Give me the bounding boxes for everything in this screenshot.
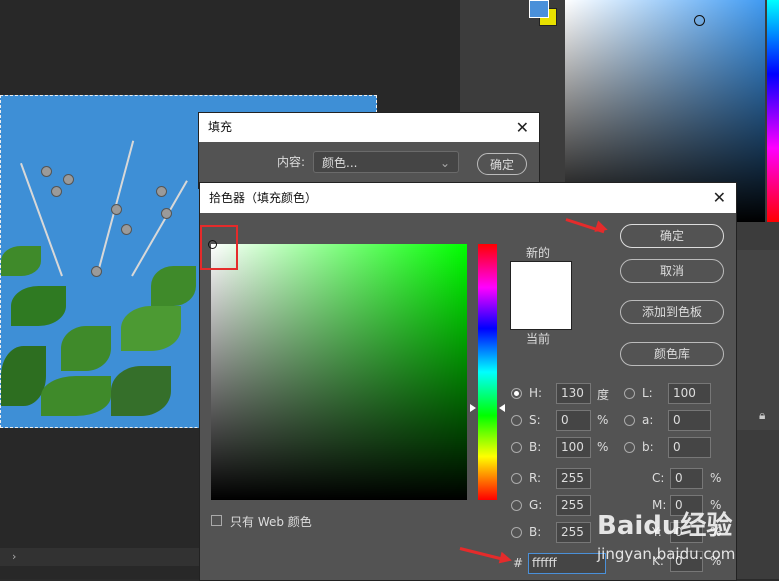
lightness-input[interactable]: 100 — [668, 383, 711, 404]
radio-hue[interactable] — [511, 388, 522, 399]
fill-dialog-title: 填充 — [208, 120, 233, 134]
radio-b-lab[interactable] — [624, 442, 635, 453]
lock-icon: 🔒︎ — [759, 408, 766, 422]
hue-label: H: — [529, 386, 543, 400]
red-input[interactable]: 255 — [556, 468, 591, 489]
leaf — [11, 286, 66, 326]
fill-ok-button[interactable]: 确定 — [477, 153, 527, 175]
leaf — [1, 346, 46, 406]
foreground-color-swatch[interactable] — [529, 0, 549, 18]
plant-bud — [51, 186, 62, 197]
layers-panel-fragment — [735, 250, 779, 430]
a-label: a: — [642, 413, 654, 427]
baidu-watermark: Baidu经验 — [597, 511, 733, 541]
cyan-input[interactable]: 0 — [670, 468, 703, 489]
lightness-label: L: — [642, 386, 653, 400]
radio-brightness[interactable] — [511, 442, 522, 453]
leaf — [41, 376, 111, 416]
color-picker-titlebar: 拾色器（填充颜色） ✕ — [200, 183, 736, 213]
chevron-down-icon: ⌄ — [439, 156, 450, 170]
radio-lightness[interactable] — [624, 388, 635, 399]
color-panel-hue-slider[interactable] — [767, 0, 779, 222]
b-lab-label: b: — [642, 440, 654, 454]
saturation-label: S: — [529, 413, 541, 427]
green-input[interactable]: 255 — [556, 495, 591, 516]
color-panel-cursor — [694, 15, 705, 26]
new-color-label: 新的 — [526, 246, 551, 260]
baidu-watermark-url: jingyan.baidu.com — [597, 545, 736, 563]
current-color-label: 当前 — [526, 332, 551, 346]
blue-input[interactable]: 255 — [556, 522, 591, 543]
leaf — [121, 306, 181, 351]
leaf — [1, 246, 41, 276]
blue-label: B: — [529, 525, 542, 539]
radio-a[interactable] — [624, 415, 635, 426]
content-select-value: 颜色... — [322, 156, 358, 170]
hue-input[interactable]: 130 — [556, 383, 591, 404]
current-color-swatch[interactable] — [510, 295, 572, 330]
fill-dialog-titlebar: 填充 ✕ — [199, 113, 539, 142]
plant-bud — [111, 204, 122, 215]
radio-green[interactable] — [511, 500, 522, 511]
color-library-button[interactable]: 颜色库 — [620, 342, 724, 366]
cyan-label: C: — [652, 471, 665, 485]
radio-blue[interactable] — [511, 527, 522, 538]
cyan-unit: % — [710, 471, 722, 485]
new-color-swatch — [510, 261, 572, 296]
hue-slider-handle-right[interactable] — [499, 404, 505, 412]
saturation-brightness-field[interactable] — [211, 244, 467, 500]
radio-saturation[interactable] — [511, 415, 522, 426]
radio-red[interactable] — [511, 473, 522, 484]
close-icon[interactable]: ✕ — [516, 113, 529, 142]
red-label: R: — [529, 471, 542, 485]
b-lab-input[interactable]: 0 — [668, 437, 711, 458]
leaf — [111, 366, 171, 416]
web-colors-only-label: 只有 Web 颜色 — [230, 515, 312, 529]
green-label: G: — [529, 498, 543, 512]
plant-bud — [156, 186, 167, 197]
plant-bud — [91, 266, 102, 277]
plant-bud — [63, 174, 74, 185]
hue-unit: 度 — [597, 388, 610, 402]
plant-bud — [41, 166, 52, 177]
leaf — [61, 326, 111, 371]
annotation-highlight-box — [200, 225, 238, 270]
ok-button[interactable]: 确定 — [620, 224, 724, 248]
saturation-input[interactable]: 0 — [556, 410, 591, 431]
a-input[interactable]: 0 — [668, 410, 711, 431]
content-select[interactable]: 颜色... ⌄ — [313, 151, 459, 173]
brightness-label: B: — [529, 440, 542, 454]
hex-input[interactable]: ffffff — [528, 553, 606, 574]
status-bar[interactable]: › — [0, 548, 200, 566]
leaf — [151, 266, 196, 306]
plant-bud — [121, 224, 132, 235]
content-label: 内容: — [277, 155, 306, 169]
close-icon[interactable]: ✕ — [713, 183, 726, 212]
brightness-unit: % — [597, 440, 609, 454]
chevron-right-icon[interactable]: › — [12, 550, 16, 563]
add-to-swatches-button[interactable]: 添加到色板 — [620, 300, 724, 324]
fill-dialog: 填充 ✕ 内容: 颜色... ⌄ 确定 — [198, 112, 540, 189]
brightness-input[interactable]: 100 — [556, 437, 591, 458]
cancel-button[interactable]: 取消 — [620, 259, 724, 283]
plant-bud — [161, 208, 172, 219]
hex-label: # — [513, 556, 524, 570]
web-colors-only-checkbox[interactable] — [211, 515, 222, 526]
hue-slider[interactable] — [478, 244, 497, 500]
saturation-unit: % — [597, 413, 609, 427]
color-picker-title: 拾色器（填充颜色） — [209, 191, 318, 205]
hue-slider-handle-left[interactable] — [470, 404, 476, 412]
